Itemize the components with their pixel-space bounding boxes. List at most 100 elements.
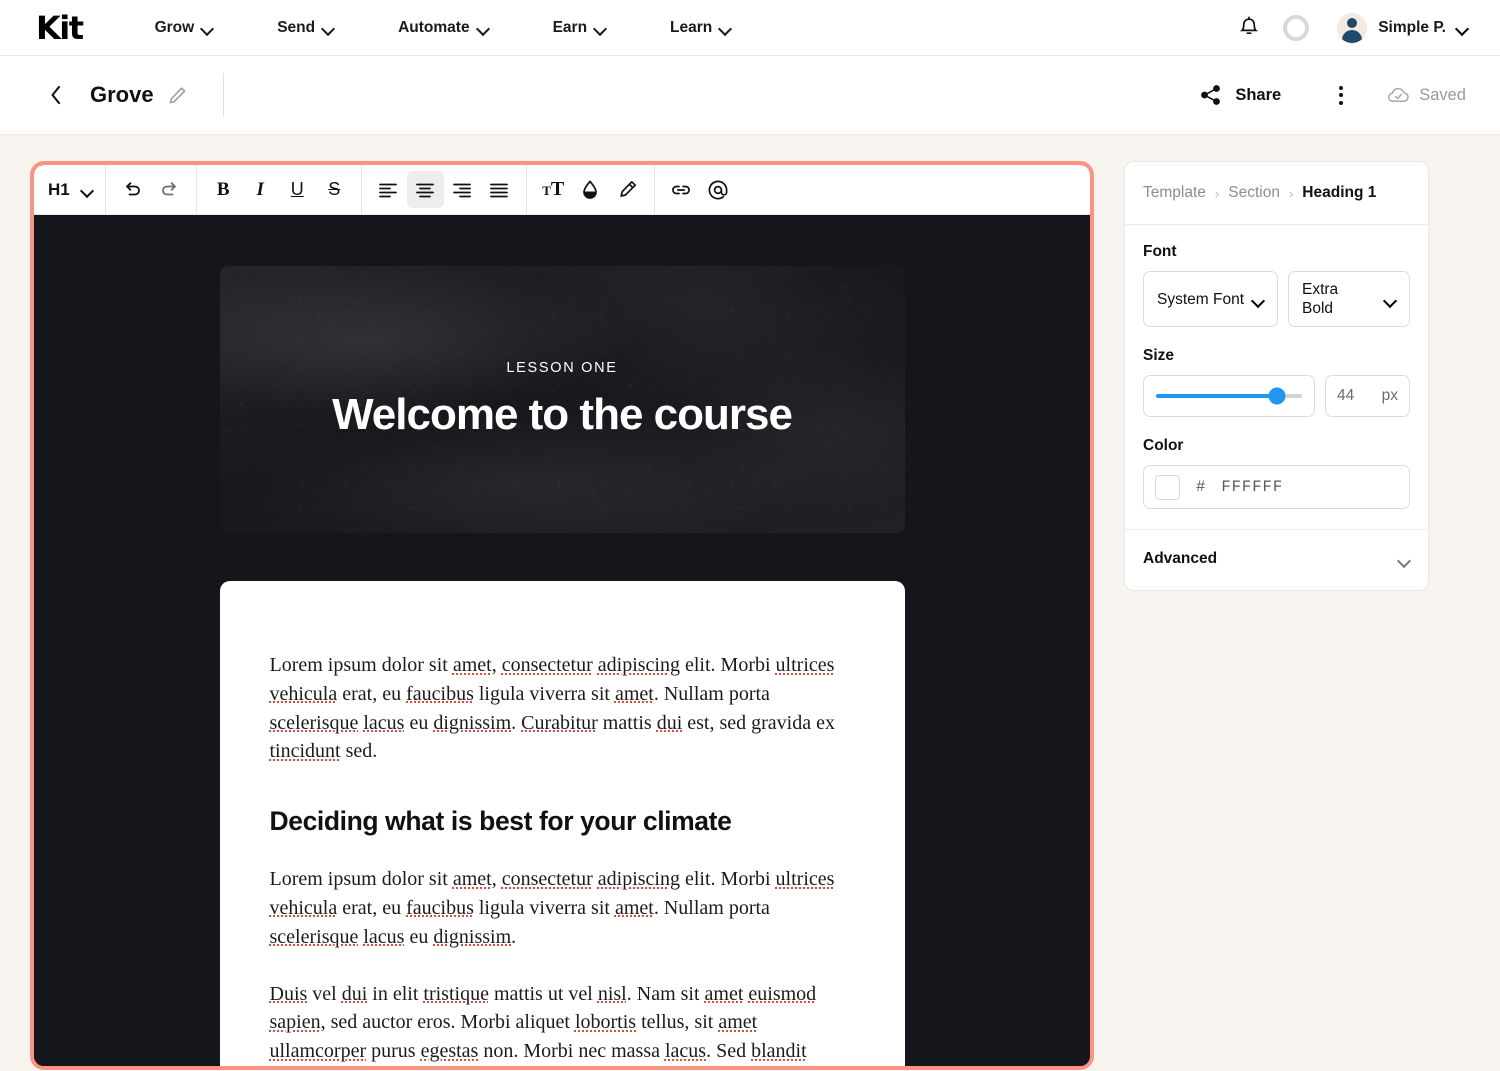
typography-group: TT — [527, 165, 654, 215]
user-avatar-icon — [1337, 12, 1368, 43]
align-right-icon — [453, 183, 472, 197]
editor-selected-region[interactable]: H1 B I U S TT LESSON ONE Welcome to the … — [30, 161, 1094, 1070]
top-nav-right-cluster: Simple P. — [1229, 8, 1500, 48]
nav-label: Automate — [398, 18, 470, 36]
cloud-check-icon — [1388, 87, 1409, 102]
chevron-down-icon — [720, 24, 731, 31]
nav-item-automate[interactable]: Automate — [384, 13, 502, 43]
body-paragraph-2: Lorem ipsum dolor sit amet, consectetur … — [269, 868, 835, 948]
slider-fill — [1156, 394, 1278, 398]
alignment-group — [362, 165, 526, 215]
font-family-value: System Font — [1157, 290, 1244, 308]
underline-icon: U — [290, 179, 304, 199]
nav-item-learn[interactable]: Learn — [656, 13, 745, 43]
block-style-dropdown[interactable]: H1 — [34, 165, 105, 215]
formatting-toolbar: H1 B I U S TT — [34, 165, 1090, 215]
italic-button[interactable]: I — [242, 171, 279, 208]
redo-button[interactable] — [151, 171, 188, 208]
align-left-icon — [379, 183, 398, 197]
share-button[interactable]: Share — [1190, 76, 1291, 114]
block-style-label: H1 — [48, 179, 70, 199]
properties-panel: Template › Section › Heading 1 Font Syst… — [1124, 161, 1429, 591]
properties-panel-body: Font System Font Extra Bold Size 44 px C… — [1125, 225, 1428, 509]
nav-item-grow[interactable]: Grow — [141, 13, 228, 43]
advanced-section-toggle[interactable]: Advanced — [1125, 530, 1428, 590]
undo-button[interactable] — [114, 171, 151, 208]
hero-eyebrow: LESSON ONE — [506, 359, 618, 376]
chevron-left-icon[interactable] — [44, 83, 68, 107]
body-paragraph-1: Lorem ipsum dolor sit amet, consectetur … — [269, 654, 835, 763]
text-size-icon: TT — [542, 178, 565, 200]
font-size-input[interactable]: 44 px — [1325, 375, 1410, 417]
kebab-menu-icon[interactable] — [1321, 75, 1361, 115]
color-section-label: Color — [1143, 437, 1184, 454]
align-justify-button[interactable] — [481, 171, 518, 208]
font-size-unit: px — [1381, 387, 1398, 404]
color-drop-icon — [583, 180, 598, 199]
nav-item-send[interactable]: Send — [263, 13, 348, 43]
strikethrough-button[interactable]: S — [316, 171, 353, 208]
nav-label: Earn — [552, 18, 588, 36]
nav-label: Learn — [670, 18, 713, 36]
highlight-button[interactable] — [609, 171, 646, 208]
nav-label: Grow — [154, 18, 195, 36]
chevron-down-icon — [323, 24, 334, 31]
chevron-down-icon — [202, 24, 213, 31]
nav-item-earn[interactable]: Earn — [539, 13, 620, 43]
breadcrumb-item-template[interactable]: Template — [1143, 184, 1206, 202]
font-section-label: Font — [1143, 243, 1177, 260]
breadcrumb-item-section[interactable]: Section — [1228, 184, 1280, 202]
chevron-down-icon — [82, 186, 93, 193]
at-mention-icon — [708, 180, 728, 199]
slider-track[interactable] — [1156, 387, 1302, 405]
kit-logo[interactable]: Kit — [36, 9, 84, 47]
font-weight-value: Extra Bold — [1302, 281, 1339, 317]
text-style-group: B I U S — [197, 165, 361, 215]
link-button[interactable] — [663, 171, 700, 208]
font-size-button[interactable]: TT — [535, 171, 572, 208]
body-heading-2: Deciding what is best for your climate — [269, 806, 732, 837]
color-swatch[interactable] — [1155, 474, 1180, 500]
font-size-value: 44 — [1337, 387, 1355, 404]
hex-value[interactable]: FFFFFF — [1221, 478, 1283, 496]
undo-icon — [125, 182, 140, 196]
pencil-icon[interactable] — [168, 86, 187, 105]
font-size-slider[interactable] — [1143, 375, 1315, 417]
align-right-button[interactable] — [444, 171, 481, 208]
align-center-button[interactable] — [406, 171, 444, 208]
chevron-right-icon: › — [1288, 185, 1294, 201]
hero-banner[interactable]: LESSON ONE Welcome to the course — [219, 266, 905, 533]
page-title: Grove — [90, 82, 154, 107]
account-name: Simple P. — [1378, 18, 1446, 36]
share-icon — [1201, 85, 1221, 105]
account-menu[interactable]: Simple P. — [1331, 9, 1474, 47]
share-label: Share — [1235, 85, 1282, 104]
document-header-actions: Share Saved — [1190, 75, 1500, 115]
breadcrumb: Template › Section › Heading 1 — [1125, 162, 1428, 225]
chevron-down-icon — [478, 24, 489, 31]
chevron-down-icon — [1385, 296, 1396, 303]
mention-button[interactable] — [700, 171, 737, 208]
advanced-label: Advanced — [1143, 550, 1218, 567]
document-body-card[interactable]: Lorem ipsum dolor sit amet, consectetur … — [219, 581, 905, 1066]
history-group — [106, 165, 196, 215]
italic-icon: I — [256, 178, 264, 200]
progress-ring-icon[interactable] — [1283, 14, 1310, 41]
text-color-button[interactable] — [572, 171, 609, 208]
highlighter-icon — [620, 180, 636, 197]
save-status-label: Saved — [1419, 85, 1466, 104]
breadcrumb-item-current: Heading 1 — [1302, 184, 1377, 201]
redo-icon — [161, 182, 176, 196]
bell-icon[interactable] — [1229, 8, 1269, 48]
bold-icon: B — [216, 178, 230, 200]
align-left-button[interactable] — [370, 171, 407, 208]
slider-thumb[interactable] — [1268, 387, 1286, 405]
font-weight-select[interactable]: Extra Bold — [1288, 271, 1410, 327]
bold-button[interactable]: B — [205, 171, 242, 208]
font-family-select[interactable]: System Font — [1143, 271, 1278, 327]
underline-button[interactable]: U — [279, 171, 316, 208]
font-controls-row: System Font Extra Bold — [1143, 271, 1410, 327]
color-input-row[interactable]: # FFFFFF — [1143, 465, 1410, 509]
editor-canvas[interactable]: LESSON ONE Welcome to the course Lorem i… — [34, 215, 1090, 1066]
insert-group — [655, 165, 745, 215]
